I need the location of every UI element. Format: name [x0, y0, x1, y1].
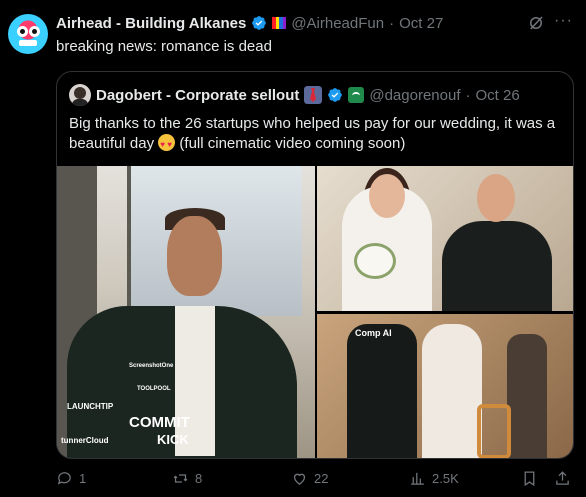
views-icon	[411, 472, 424, 485]
grok-icon[interactable]	[527, 14, 545, 32]
photo-couple[interactable]	[317, 166, 573, 311]
tweet-date[interactable]: Oct 27	[399, 15, 443, 32]
groom-back	[347, 324, 417, 458]
like-button[interactable]: 22	[291, 470, 328, 487]
reply-button[interactable]: 1	[56, 470, 86, 487]
quoted-text-tail: (full cinematic video coming soon)	[179, 135, 406, 152]
quoted-author-name[interactable]: Dagobert - Corporate sellout	[96, 87, 299, 104]
avatar-eye	[29, 26, 40, 37]
verified-badge-icon	[328, 88, 343, 102]
pride-flag-icon	[272, 17, 287, 29]
repost-icon	[173, 474, 188, 483]
tweet-header: Airhead - Building Alkanes @AirheadFun ·…	[56, 13, 443, 33]
author-avatar[interactable]	[8, 14, 48, 54]
necktie-emoji-icon	[304, 86, 323, 104]
bouquet	[357, 246, 393, 276]
bookmark-icon[interactable]	[521, 470, 538, 487]
quoted-header: Dagobert - Corporate sellout @dagorenouf…	[69, 84, 520, 106]
heart-eyes-emoji-icon	[158, 134, 176, 155]
verified-badge-icon	[252, 16, 267, 30]
more-options-icon[interactable]: ···	[554, 12, 573, 30]
author-handle[interactable]: @AirheadFun	[291, 15, 384, 32]
jacket-logo: COMMIT	[129, 414, 190, 431]
share-icon[interactable]	[554, 470, 571, 487]
media-grid: ScreenshotOne TOOLPOOL LAUNCHTIP COMMIT …	[57, 166, 573, 458]
groom-jacket	[442, 221, 552, 311]
tweet-text: breaking news: romance is dead	[56, 38, 272, 55]
author-name[interactable]: Airhead - Building Alkanes	[56, 15, 246, 32]
quoted-author-avatar[interactable]	[69, 84, 91, 106]
views-count: 2.5K	[432, 471, 459, 486]
quoted-author-handle[interactable]: @dagorenouf	[369, 87, 460, 104]
photographer	[507, 334, 547, 458]
views-button[interactable]: 2.5K	[409, 470, 459, 487]
quoted-text: Big thanks to the 26 startups who helped…	[69, 114, 563, 155]
quoted-date[interactable]: Oct 26	[476, 87, 520, 104]
heart-icon	[293, 473, 306, 485]
photo-groom-selfie[interactable]: ScreenshotOne TOOLPOOL LAUNCHTIP COMMIT …	[57, 166, 315, 458]
separator-dot: ·	[465, 86, 471, 104]
photo-ceremony[interactable]: Comp AI	[317, 314, 573, 458]
jacket-logo: ScreenshotOne	[129, 363, 174, 369]
jacket-logo: TOOLPOOL	[137, 386, 171, 392]
avatar-eye	[17, 26, 28, 37]
jacket-logo: Comp AI	[355, 328, 392, 338]
action-bar: 1 8 22 2.5K	[56, 470, 574, 490]
repost-button[interactable]: 8	[172, 470, 202, 487]
bride-back	[422, 324, 482, 458]
face	[167, 216, 222, 296]
jacket-logo: tunnerCloud	[61, 436, 109, 445]
jacket-logo: KICK	[157, 432, 189, 447]
reply-count: 1	[79, 471, 87, 486]
like-count: 22	[314, 471, 329, 486]
jacket-logo: LAUNCHTIP	[67, 402, 114, 411]
repost-count: 8	[195, 471, 203, 486]
chair	[477, 404, 511, 458]
affiliate-badge-icon	[348, 87, 365, 103]
quoted-tweet[interactable]: Dagobert - Corporate sellout @dagorenouf…	[56, 71, 574, 459]
reply-icon	[57, 472, 71, 485]
groom-face	[477, 174, 515, 222]
separator-dot: ·	[389, 14, 395, 32]
tweet[interactable]: Airhead - Building Alkanes @AirheadFun ·…	[0, 0, 586, 497]
avatar-mouth	[19, 40, 37, 46]
bride-face	[369, 174, 405, 218]
